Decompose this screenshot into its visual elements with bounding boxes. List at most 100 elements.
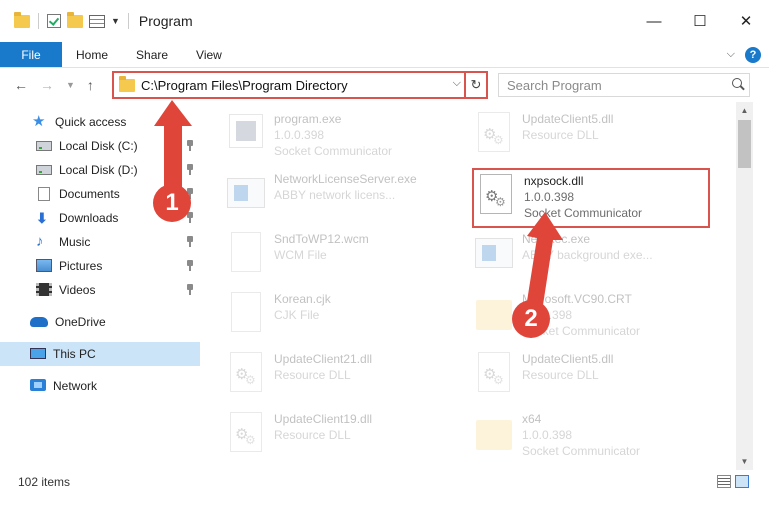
sidebar-item-network[interactable]: Network: [0, 374, 200, 398]
scroll-down-icon[interactable]: ▼: [736, 453, 753, 470]
file-name: Korean.cjk: [274, 292, 331, 306]
dll-icon: [478, 352, 510, 392]
file-type: CJK File: [274, 308, 320, 322]
sidebar-item-label: Documents: [59, 187, 120, 201]
sidebar-item-label: Music: [59, 235, 91, 249]
list-item[interactable]: NetworkLicenseServer.exe ABBY network li…: [226, 170, 466, 226]
chevron-down-icon[interactable]: ▼: [111, 16, 120, 26]
address-path: C:\Program Files\Program Directory: [141, 77, 348, 93]
sidebar-item-music[interactable]: ♪ Music: [0, 230, 200, 254]
file-type: Resource DLL: [522, 368, 599, 382]
disk-icon: [36, 141, 52, 151]
sidebar-item-videos[interactable]: Videos: [0, 278, 200, 302]
sidebar-item-pictures[interactable]: Pictures: [0, 254, 200, 278]
file-name: UpdateClient21.dll: [274, 352, 373, 366]
documents-icon: [38, 187, 50, 201]
expand-ribbon-icon[interactable]: ⌵: [727, 48, 735, 61]
list-item[interactable]: program.exe 1.0.0.398 Socket Communicato…: [226, 110, 466, 166]
exe-icon: [229, 114, 263, 148]
file-list: program.exe 1.0.0.398 Socket Communicato…: [200, 102, 736, 470]
file-description: ABBY network licens...: [274, 188, 396, 202]
search-icon[interactable]: [727, 74, 749, 96]
tab-view[interactable]: View: [182, 42, 236, 67]
music-icon: ♪: [36, 233, 44, 250]
pin-icon[interactable]: [186, 284, 194, 296]
window-title: Program: [138, 13, 193, 29]
sidebar-item-label: Videos: [59, 283, 96, 297]
close-button[interactable]: ✕: [723, 0, 769, 42]
list-item[interactable]: UpdateClient19.dll Resource DLL: [226, 410, 466, 466]
help-icon[interactable]: ?: [745, 46, 761, 63]
file-description: Socket Communicator: [274, 144, 393, 158]
tab-file[interactable]: File: [0, 42, 62, 67]
folder-icon: [476, 300, 512, 330]
sidebar-item-label: Network: [53, 379, 98, 393]
large-icons-view-icon[interactable]: [735, 475, 749, 488]
customize-icon[interactable]: [89, 14, 105, 28]
list-item[interactable]: UpdateClient21.dll Resource DLL: [226, 350, 466, 406]
scroll-thumb[interactable]: [738, 120, 751, 168]
window-controls: — ☐ ✕: [631, 0, 769, 42]
address-bar[interactable]: C:\Program Files\Program Directory ⌵ ↻: [112, 71, 488, 99]
file-version: 1.0.0.398: [274, 128, 325, 142]
dll-icon: [230, 412, 262, 452]
step-badge-2: 2: [512, 300, 550, 338]
recent-locations-icon[interactable]: ▼: [66, 80, 75, 90]
sidebar-item-this-pc[interactable]: This PC: [0, 342, 200, 366]
file-name: x64: [522, 412, 542, 426]
star-icon: ★: [32, 113, 46, 130]
file-name: SndToWP12.wcm: [274, 232, 369, 246]
search-box[interactable]: Search Program: [498, 73, 750, 97]
list-item[interactable]: SndToWP12.wcm WCM File: [226, 230, 466, 286]
sidebar-item-label: Quick access: [55, 115, 127, 129]
sidebar-item-label: Local Disk (C:): [59, 139, 138, 153]
divider: [38, 13, 39, 29]
list-item[interactable]: Korean.cjk CJK File: [226, 290, 466, 346]
properties-check-icon[interactable]: [47, 14, 61, 28]
file-icon: [231, 232, 261, 272]
pin-icon[interactable]: [186, 236, 194, 248]
file-name: program.exe: [274, 112, 342, 126]
minimize-button[interactable]: —: [631, 0, 677, 42]
pin-icon[interactable]: [186, 260, 194, 272]
search-input[interactable]: Search Program: [499, 78, 727, 93]
network-icon: [30, 379, 46, 391]
vertical-scrollbar[interactable]: ▲ ▼: [736, 102, 753, 470]
new-folder-icon[interactable]: [67, 11, 83, 28]
folder-icon: [476, 420, 512, 450]
back-arrow-icon[interactable]: ←: [14, 77, 28, 93]
pictures-icon: [36, 259, 52, 272]
title-bar: ▼ Program — ☐ ✕: [0, 0, 769, 42]
exe-icon: [227, 178, 265, 208]
file-type: Resource DLL: [522, 128, 599, 142]
up-arrow-icon[interactable]: ↑: [87, 77, 94, 93]
list-item[interactable]: x64 1.0.0.398 Socket Communicator: [474, 410, 714, 466]
file-type: Resource DLL: [274, 428, 351, 442]
scroll-up-icon[interactable]: ▲: [736, 102, 753, 119]
sidebar-item-onedrive[interactable]: OneDrive: [0, 310, 200, 334]
list-item[interactable]: UpdateClient5.dll Resource DLL: [474, 350, 714, 406]
tab-home[interactable]: Home: [62, 42, 122, 67]
forward-arrow-icon[interactable]: →: [40, 77, 54, 93]
maximize-button[interactable]: ☐: [677, 0, 723, 42]
sidebar-item-label: Pictures: [59, 259, 103, 273]
folder-icon: [119, 75, 135, 92]
list-item[interactable]: NetExec.exe ABBY background exe...: [474, 230, 714, 286]
list-item[interactable]: Microsoft.VC90.CRT 1.0.0.398 Socket Comm…: [474, 290, 714, 346]
downloads-icon: ⬇: [36, 210, 48, 226]
address-row: ← → ▼ ↑ C:\Program Files\Program Directo…: [0, 68, 769, 102]
status-bar: 102 items: [0, 470, 769, 494]
divider: [127, 13, 129, 29]
list-item[interactable]: UpdateClient5.dll Resource DLL: [474, 110, 714, 166]
file-name: UpdateClient5.dll: [522, 112, 614, 126]
file-type: WCM File: [274, 248, 327, 262]
sidebar-item-label: OneDrive: [55, 315, 106, 329]
chevron-down-icon[interactable]: ⌵: [453, 77, 461, 90]
refresh-button[interactable]: ↻: [464, 73, 486, 97]
details-view-icon[interactable]: [717, 475, 731, 488]
file-description: Socket Communicator: [522, 444, 641, 458]
file-highlight-box: [472, 168, 710, 228]
file-type: Resource DLL: [274, 368, 351, 382]
tab-share[interactable]: Share: [122, 42, 182, 67]
disk-icon: [36, 165, 52, 175]
